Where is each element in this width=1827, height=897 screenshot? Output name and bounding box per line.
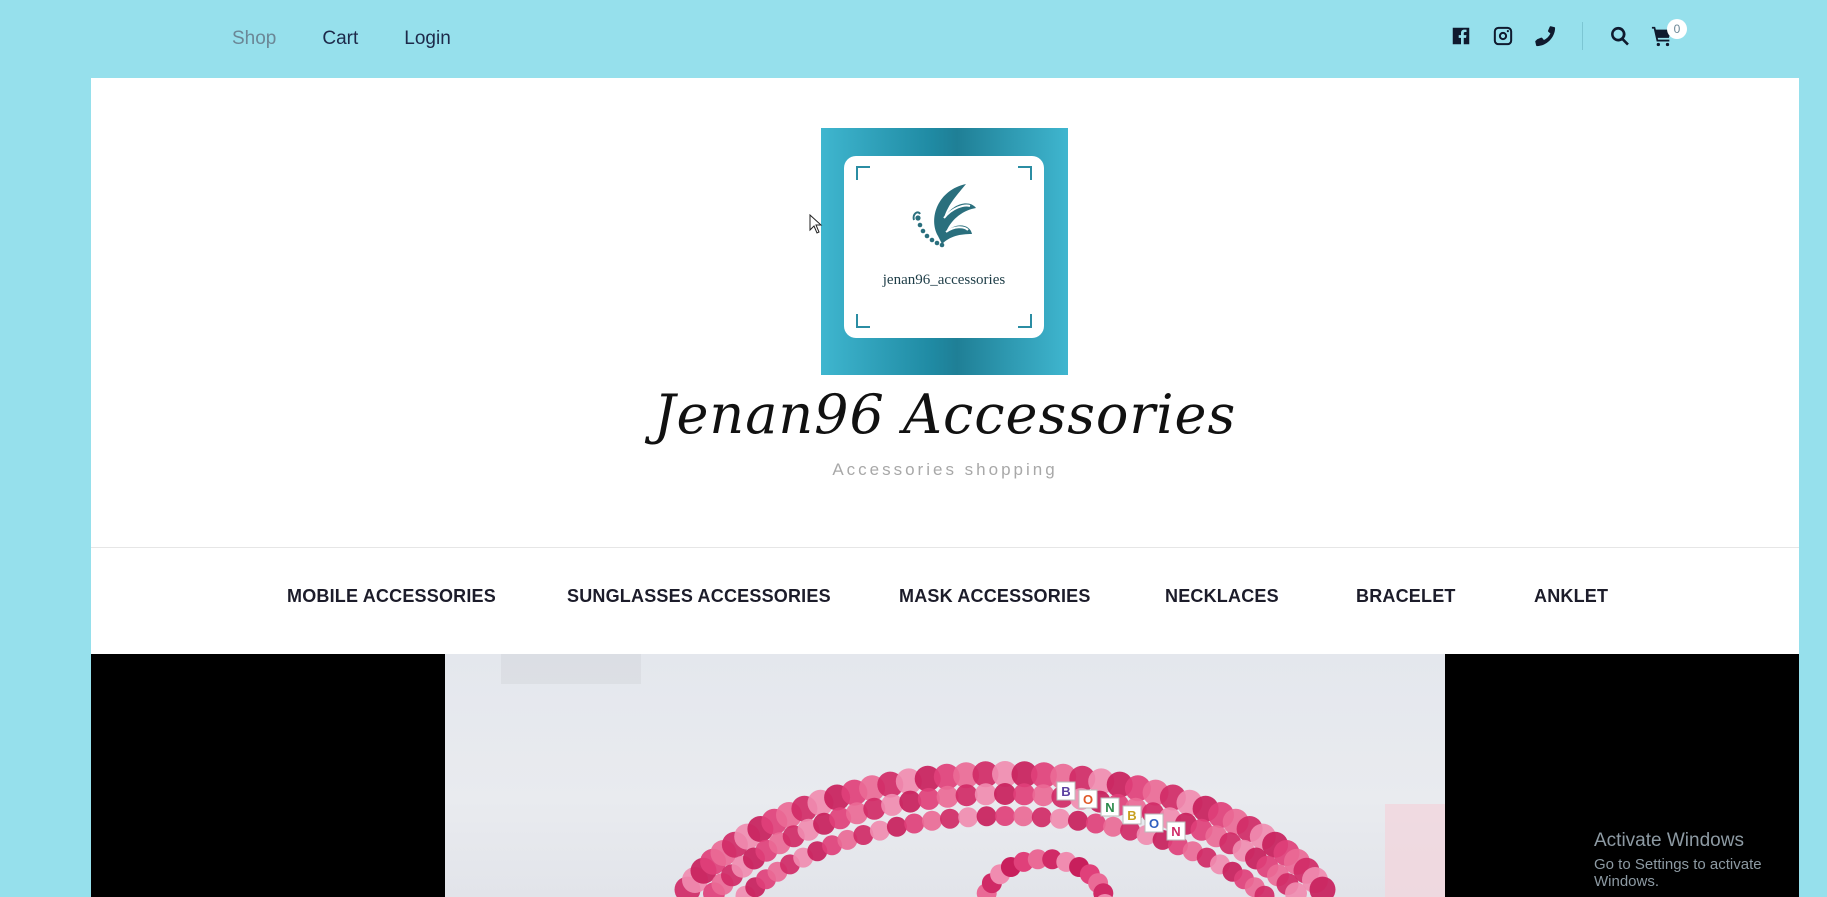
top-icons: 0: [1432, 19, 1687, 50]
activate-windows-watermark: Activate Windows Go to Settings to activ…: [1594, 830, 1827, 890]
site-title[interactable]: Jenan96 Accessories: [641, 383, 1249, 446]
category-mask-accessories[interactable]: MASK ACCESSORIES: [899, 586, 1091, 607]
bead: [994, 783, 1016, 805]
bead: [976, 806, 997, 827]
bead: [936, 785, 959, 808]
category-sunglasses-accessories[interactable]: SUNGLASSES ACCESSORIES: [567, 586, 831, 607]
facebook-icon[interactable]: [1448, 23, 1474, 49]
corner-mark: [856, 166, 870, 180]
bead: [869, 820, 890, 841]
bead: [1103, 816, 1124, 837]
letter-bead-label: O: [1149, 816, 1159, 831]
corner-mark: [1018, 314, 1032, 328]
letter-bead-label: B: [1127, 808, 1136, 823]
bead: [995, 806, 1015, 826]
site-logo[interactable]: jenan96_accessories: [821, 128, 1068, 375]
letter-bead-label: N: [1171, 824, 1180, 839]
watermark-subtitle: Go to Settings to activate Windows.: [1594, 856, 1762, 890]
bead: [955, 784, 978, 807]
hero-banner[interactable]: BONBON: [91, 654, 1799, 897]
bead-necklace-illustration: BONBON: [501, 654, 1445, 897]
corner-mark: [856, 314, 870, 328]
logo-handle-text: jenan96_accessories: [882, 272, 1006, 288]
bead: [922, 810, 942, 831]
instagram-icon[interactable]: [1490, 23, 1516, 49]
icon-divider: [1582, 22, 1583, 50]
category-nav: MOBILE ACCESSORIES SUNGLASSES ACCESSORIE…: [91, 548, 1799, 654]
bead: [1068, 810, 1088, 831]
letter-bead-label: B: [1061, 784, 1070, 799]
bead: [974, 783, 997, 806]
search-icon[interactable]: [1607, 23, 1633, 49]
butterfly-logo-icon: [912, 184, 976, 248]
nav-cart-link[interactable]: Cart: [322, 28, 358, 50]
watermark-title: Activate Windows: [1594, 830, 1744, 851]
phone-icon[interactable]: [1532, 23, 1558, 49]
corner-mark: [1018, 166, 1032, 180]
top-bar: Shop Cart Login 0: [0, 0, 1827, 78]
nav-login-link[interactable]: Login: [404, 28, 451, 50]
bead: [904, 813, 925, 834]
top-nav: Shop Cart Login: [232, 28, 451, 50]
category-anklet[interactable]: ANKLET: [1534, 586, 1608, 607]
main-panel: jenan96_accessories Jenan96 Accessories …: [91, 78, 1799, 897]
category-bracelet[interactable]: BRACELET: [1356, 586, 1456, 607]
cart-icon[interactable]: 0: [1649, 19, 1687, 49]
site-tagline: Accessories shopping: [832, 460, 1058, 479]
logo-card: jenan96_accessories: [844, 156, 1044, 338]
bead: [1050, 808, 1070, 829]
cart-count-badge: 0: [1667, 19, 1687, 39]
bead: [1013, 783, 1036, 806]
bead: [940, 808, 960, 829]
bead: [1013, 806, 1034, 827]
bead: [886, 816, 907, 837]
bead: [881, 793, 904, 816]
bead: [1031, 807, 1052, 828]
category-mobile-accessories[interactable]: MOBILE ACCESSORIES: [287, 586, 496, 607]
mouse-cursor-icon: [809, 214, 823, 234]
letter-bead-label: N: [1105, 800, 1114, 815]
bead: [899, 790, 922, 813]
bead: [1032, 784, 1055, 807]
letter-bead-label: O: [1083, 792, 1093, 807]
bead: [958, 807, 979, 828]
bead: [917, 787, 940, 810]
hero-image: BONBON: [445, 654, 1445, 897]
nav-shop-link[interactable]: Shop: [232, 28, 276, 50]
category-necklaces[interactable]: NECKLACES: [1165, 586, 1279, 607]
